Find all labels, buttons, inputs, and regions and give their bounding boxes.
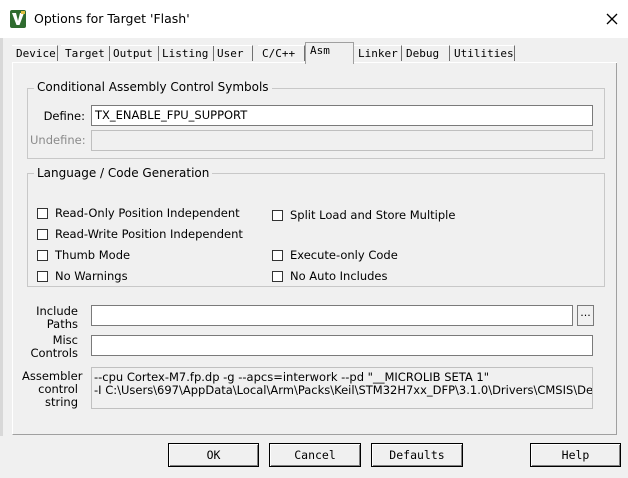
checkbox-no-auto-includes[interactable]: No Auto Includes (272, 269, 388, 283)
tab-target[interactable]: Target (61, 45, 110, 61)
include-paths-label: Include Paths (36, 304, 78, 331)
assembler-control-string: --cpu Cortex-M7.fp.dp -g --apcs=interwor… (91, 367, 593, 409)
keil-uvision-logo-icon (10, 10, 26, 28)
checkbox-box[interactable] (37, 228, 48, 240)
checkbox-no-warnings[interactable]: No Warnings (37, 269, 128, 283)
misc-controls-input[interactable] (91, 335, 593, 356)
checkbox-box[interactable] (272, 209, 283, 221)
assembler-control-label: Assembler control string (22, 369, 83, 409)
tab-device[interactable]: Device (12, 45, 58, 61)
window-edge (0, 38, 3, 478)
cancel-button[interactable]: Cancel (269, 443, 361, 467)
defaults-button[interactable]: Defaults (371, 443, 463, 467)
tab-debug[interactable]: Debug (402, 45, 450, 61)
include-paths-browse-button[interactable]: ... (577, 305, 594, 326)
ok-button[interactable]: OK (168, 443, 259, 467)
checkbox-label: Read-Write Position Independent (55, 227, 243, 241)
checkbox-label: Thumb Mode (55, 248, 131, 262)
tab-user[interactable]: User (213, 45, 253, 61)
tab-listing[interactable]: Listing (158, 45, 214, 61)
checkbox-ro-position-independent[interactable]: Read-Only Position Independent (37, 206, 240, 220)
checkbox-split-load-store[interactable]: Split Load and Store Multiple (272, 208, 455, 222)
language-group-title: Language / Code Generation (34, 166, 213, 180)
checkbox-box[interactable] (272, 249, 283, 261)
checkbox-thumb-mode[interactable]: Thumb Mode (37, 248, 130, 262)
conditional-group-title: Conditional Assembly Control Symbols (34, 80, 272, 94)
tab-utilities[interactable]: Utilities (450, 45, 515, 61)
checkbox-execute-only[interactable]: Execute-only Code (272, 248, 398, 262)
checkbox-label: Split Load and Store Multiple (290, 208, 456, 222)
checkbox-label: No Auto Includes (290, 269, 388, 283)
help-button[interactable]: Help (530, 443, 621, 467)
define-input[interactable]: TX_ENABLE_FPU_SUPPORT (91, 105, 593, 126)
options-dialog: Options for Target 'Flash' Device Target… (0, 0, 628, 478)
close-icon[interactable] (601, 8, 623, 30)
undefine-input (91, 130, 593, 151)
checkbox-label: Execute-only Code (290, 248, 398, 262)
checkbox-box[interactable] (272, 270, 283, 282)
checkbox-box[interactable] (37, 249, 48, 261)
title-bar: Options for Target 'Flash' (0, 0, 628, 38)
checkbox-rw-position-independent[interactable]: Read-Write Position Independent (37, 227, 243, 241)
misc-controls-label: Misc Controls (30, 333, 78, 360)
checkbox-box[interactable] (37, 270, 48, 282)
undefine-label: Undefine: (30, 133, 86, 147)
tab-asm[interactable]: Asm (305, 42, 354, 64)
checkbox-box[interactable] (37, 207, 48, 219)
button-row: OK Cancel Defaults Help (0, 436, 628, 478)
tab-c-cpp[interactable]: C/C++ (258, 45, 305, 61)
define-label: Define: (43, 109, 85, 123)
tab-output[interactable]: Output (109, 45, 159, 61)
window-title: Options for Target 'Flash' (34, 11, 190, 26)
tab-linker[interactable]: Linker (354, 45, 402, 61)
include-paths-input[interactable] (91, 305, 573, 326)
checkbox-label: Read-Only Position Independent (55, 206, 240, 220)
checkbox-label: No Warnings (55, 269, 128, 283)
